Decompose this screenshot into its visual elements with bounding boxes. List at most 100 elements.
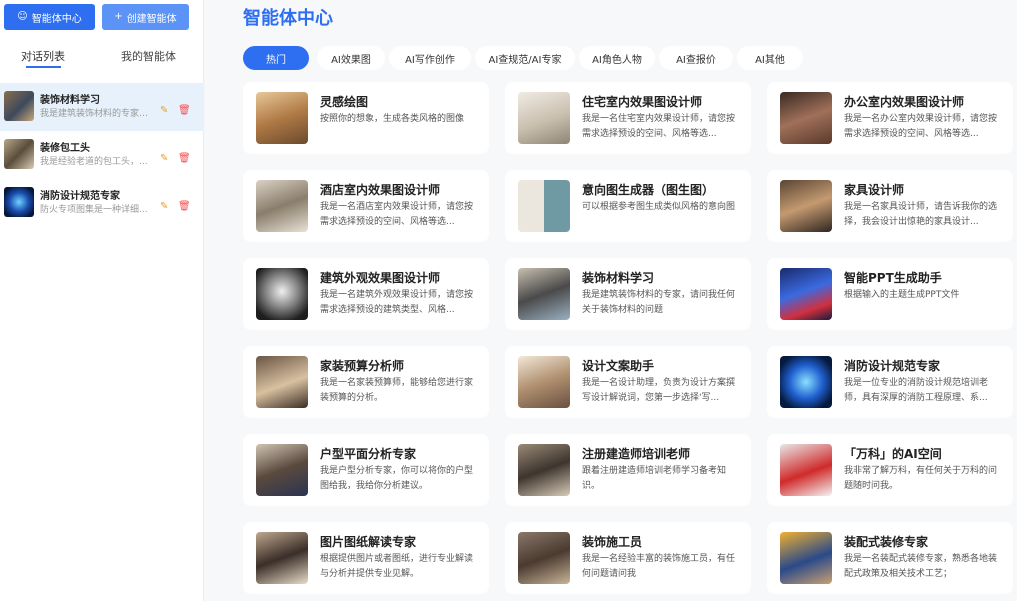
agent-title: 消防设计规范专家 xyxy=(844,359,941,373)
active-tab-indicator xyxy=(26,66,61,68)
agent-thumbnail xyxy=(256,356,308,408)
tab-ai-render[interactable]: AI效果图 xyxy=(317,46,385,70)
chat-item[interactable]: 消防设计规范专家 防火专项图集是一种详细... ✎ 🗑 xyxy=(0,179,204,227)
chat-avatar xyxy=(4,91,34,121)
chat-preview: 我是建筑装饰材料的专家，... xyxy=(40,109,155,119)
agent-card[interactable]: 设计文案助手 我是一名设计助理，负责为设计方案撰写设计解说词，您第一步选择'写.… xyxy=(505,346,751,418)
chat-preview: 防火专项图集是一种详细... xyxy=(40,205,148,215)
agent-thumbnail xyxy=(256,180,308,232)
chat-title: 消防设计规范专家 xyxy=(40,191,120,202)
agent-card[interactable]: 装配式装修专家 我是一名装配式装修专家，熟悉各地装配式政策及相关技术工艺； xyxy=(767,522,1013,594)
tab-chat-list[interactable]: 对话列表 xyxy=(21,48,65,64)
agent-description: 我是户型分析专家，你可以将你的户型图给我，我给你分析建议。 xyxy=(320,466,474,491)
agent-card[interactable]: 住宅室内效果图设计师 我是一名住宅室内效果设计师，请您按需求选择预设的空间、风格… xyxy=(505,82,751,154)
agent-title: 户型平面分析专家 xyxy=(320,447,417,461)
agent-card[interactable]: 装饰材料学习 我是建筑装饰材料的专家，请问我任何关于装饰材料的问题 xyxy=(505,258,751,330)
agent-thumbnail xyxy=(780,92,832,144)
agent-title: 家具设计师 xyxy=(844,183,905,197)
tab-ai-writing[interactable]: AI写作创作 xyxy=(389,46,471,70)
agent-card[interactable]: 家装预算分析师 我是一名家装预算师，能够给您进行家装预算的分析。 xyxy=(243,346,489,418)
agent-card[interactable]: 办公室内效果图设计师 我是一名办公室内效果设计师，请您按需求选择预设的空间、风格… xyxy=(767,82,1013,154)
agent-description: 我是一名办公室内效果设计师，请您按需求选择预设的空间、风格等选... xyxy=(844,114,998,139)
agent-title: 「万科」的AI空间 xyxy=(844,447,942,461)
tab-ai-standards[interactable]: AI查规范/AI专家 xyxy=(475,46,575,70)
agent-card[interactable]: 消防设计规范专家 我是一位专业的消防设计规范培训老师，具有深厚的消防工程原理、系… xyxy=(767,346,1013,418)
agent-title: 办公室内效果图设计师 xyxy=(844,95,965,109)
agent-description: 我是一名住宅室内效果设计师，请您按需求选择预设的空间、风格等选... xyxy=(582,114,736,139)
agent-thumbnail xyxy=(256,92,308,144)
sidebar-tabs: 对话列表 我的智能体 xyxy=(0,48,204,72)
agent-card[interactable]: 意向图生成器（图生图） 可以根据参考图生成类似风格的意向图 xyxy=(505,170,751,242)
agent-thumbnail xyxy=(780,444,832,496)
agent-title: 住宅室内效果图设计师 xyxy=(582,95,703,109)
agent-description: 跟着注册建造师培训老师学习备考知识。 xyxy=(582,466,727,491)
create-agent-button[interactable]: + 创建智能体 xyxy=(102,4,189,30)
tab-ai-characters[interactable]: AI角色人物 xyxy=(579,46,655,70)
chat-avatar xyxy=(4,139,34,169)
chat-avatar xyxy=(4,187,34,217)
agent-card[interactable]: 户型平面分析专家 我是户型分析专家，你可以将你的户型图给我，我给你分析建议。 xyxy=(243,434,489,506)
agent-description: 我是一名家装预算师，能够给您进行家装预算的分析。 xyxy=(320,378,474,403)
agent-thumbnail xyxy=(780,356,832,408)
agent-thumbnail xyxy=(518,532,570,584)
agent-thumbnail xyxy=(518,444,570,496)
agent-description: 我是一名家具设计师，请告诉我你的选择，我会设计出惊艳的家具设计... xyxy=(844,202,998,227)
chat-item[interactable]: 装饰材料学习 我是建筑装饰材料的专家，... ✎ 🗑 xyxy=(0,83,204,131)
agent-description: 我是一名酒店室内效果设计师，请您按需求选择预设的空间、风格等选... xyxy=(320,202,474,227)
agent-title: 装饰施工员 xyxy=(582,535,643,549)
agent-card[interactable]: 建筑外观效果图设计师 我是一名建筑外观效果设计师，请您按需求选择预设的建筑类型、… xyxy=(243,258,489,330)
agent-title: 装饰材料学习 xyxy=(582,271,655,285)
agent-description: 可以根据参考图生成类似风格的意向图 xyxy=(582,202,736,212)
tab-hot[interactable]: 热门 xyxy=(243,46,309,70)
agent-thumbnail xyxy=(256,268,308,320)
agent-title: 灵感绘图 xyxy=(320,95,369,109)
agent-description: 我是建筑装饰材料的专家，请问我任何关于装饰材料的问题 xyxy=(582,290,736,315)
page-title: 智能体中心 xyxy=(243,8,333,29)
agent-center-button[interactable]: ☺ 智能体中心 xyxy=(4,4,95,30)
agent-title: 设计文案助手 xyxy=(582,359,655,373)
tab-ai-quotes[interactable]: AI查报价 xyxy=(659,46,733,70)
agent-card[interactable]: 「万科」的AI空间 我非常了解万科，有任何关于万科的问题随时问我。 xyxy=(767,434,1013,506)
sidebar: ☺ 智能体中心 + 创建智能体 对话列表 我的智能体 装饰材料学习 我是建筑装饰… xyxy=(0,0,204,601)
trash-icon[interactable]: 🗑 xyxy=(178,153,191,164)
agent-description: 按照你的想象，生成各类风格的图像 xyxy=(320,114,465,124)
agent-card[interactable]: 图片图纸解读专家 根据提供图片或者图纸，进行专业解读与分析并提供专业见解。 xyxy=(243,522,489,594)
trash-icon[interactable]: 🗑 xyxy=(178,201,191,212)
agent-description: 我是一名经验丰富的装饰施工员，有任何问题请问我 xyxy=(582,554,736,579)
agent-thumbnail xyxy=(518,180,570,232)
chat-list: 装饰材料学习 我是建筑装饰材料的专家，... ✎ 🗑 装修包工头 我是经验老道的… xyxy=(0,83,204,227)
agent-thumbnail xyxy=(518,268,570,320)
agent-card[interactable]: 智能PPT生成助手 根据输入的主题生成PPT文件 xyxy=(767,258,1013,330)
chat-title: 装修包工头 xyxy=(40,143,90,154)
agent-description: 根据提供图片或者图纸，进行专业解读与分析并提供专业见解。 xyxy=(320,554,474,579)
agent-description: 根据输入的主题生成PPT文件 xyxy=(844,290,960,300)
agent-card[interactable]: 装饰施工员 我是一名经验丰富的装饰施工员，有任何问题请问我 xyxy=(505,522,751,594)
agent-title: 装配式装修专家 xyxy=(844,535,929,549)
pin-icon[interactable]: ✎ xyxy=(160,105,168,116)
create-agent-label: 创建智能体 xyxy=(126,13,177,25)
agent-thumbnail xyxy=(780,268,832,320)
chat-preview: 我是经验老道的包工头，... xyxy=(40,157,148,167)
agent-center-label: 智能体中心 xyxy=(31,13,82,25)
agent-title: 图片图纸解读专家 xyxy=(320,535,417,549)
agent-description: 我是一名装配式装修专家，熟悉各地装配式政策及相关技术工艺； xyxy=(844,554,998,579)
chat-item[interactable]: 装修包工头 我是经验老道的包工头，... ✎ 🗑 xyxy=(0,131,204,179)
tab-ai-other[interactable]: AI其他 xyxy=(737,46,803,70)
agent-thumbnail xyxy=(256,444,308,496)
trash-icon[interactable]: 🗑 xyxy=(178,105,191,116)
main-panel: 智能体中心 热门 AI效果图 AI写作创作 AI查规范/AI专家 AI角色人物 … xyxy=(205,0,1017,601)
agent-card[interactable]: 酒店室内效果图设计师 我是一名酒店室内效果设计师，请您按需求选择预设的空间、风格… xyxy=(243,170,489,242)
tab-my-agents[interactable]: 我的智能体 xyxy=(121,48,176,64)
agent-card[interactable]: 注册建造师培训老师 跟着注册建造师培训老师学习备考知识。 xyxy=(505,434,751,506)
sidebar-top-buttons: ☺ 智能体中心 + 创建智能体 xyxy=(4,4,189,30)
agent-thumbnail xyxy=(518,92,570,144)
pin-icon[interactable]: ✎ xyxy=(160,153,168,164)
agent-description: 我是一位专业的消防设计规范培训老师，具有深厚的消防工程原理、系... xyxy=(844,378,989,403)
agent-card[interactable]: 家具设计师 我是一名家具设计师，请告诉我你的选择，我会设计出惊艳的家具设计... xyxy=(767,170,1013,242)
agent-title: 注册建造师培训老师 xyxy=(582,447,691,461)
pin-icon[interactable]: ✎ xyxy=(160,201,168,212)
agent-card[interactable]: 灵感绘图 按照你的想象，生成各类风格的图像 xyxy=(243,82,489,154)
agent-thumbnail xyxy=(256,532,308,584)
chat-title: 装饰材料学习 xyxy=(40,95,100,106)
agent-title: 酒店室内效果图设计师 xyxy=(320,183,441,197)
